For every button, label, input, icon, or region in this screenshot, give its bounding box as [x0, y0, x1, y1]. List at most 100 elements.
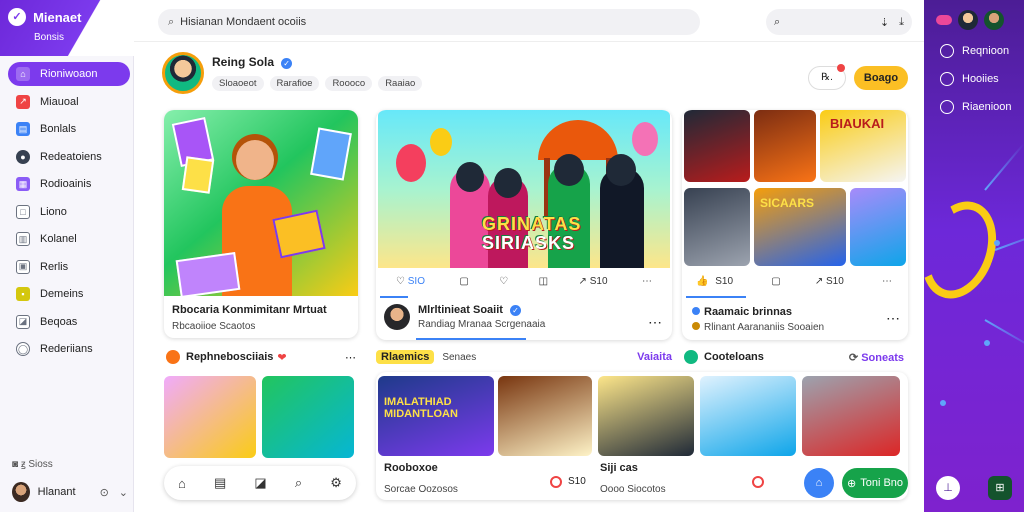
section-link[interactable]: Vaiaita: [637, 351, 672, 363]
sidebar-item-3[interactable]: ● Redeatoiens: [8, 145, 130, 169]
avatar[interactable]: [958, 10, 978, 30]
card-title: Raamaic brinnas: [704, 306, 793, 318]
more-icon[interactable]: ⋯: [642, 276, 652, 287]
primary-action-button[interactable]: ⊕ Toni Bno: [842, 468, 908, 498]
image-icon[interactable]: ◪: [254, 475, 266, 491]
heart-icon[interactable]: ♡: [499, 276, 508, 287]
search-icon[interactable]: ⌕: [774, 16, 780, 29]
share-icon[interactable]: ↗ S10: [815, 276, 848, 287]
user-action-icon[interactable]: ⊙: [100, 486, 109, 499]
profile-name: Reing Sola: [212, 55, 275, 69]
home-icon[interactable]: ⌂: [178, 476, 186, 491]
sidebar-item-0[interactable]: ⌂ Rioniwoaon: [8, 62, 130, 86]
sidebar-item-label: Redeatoiens: [40, 150, 102, 163]
like-button[interactable]: ♡ SIO: [396, 276, 429, 287]
section-header-2: Rlaemics Senaes Vaiaita: [376, 350, 672, 364]
mini-image-2[interactable]: [262, 376, 354, 458]
folder-icon: ▪: [16, 287, 30, 301]
sidebar-item-10[interactable]: ◯ Rederiians: [8, 337, 130, 361]
feature-card-2[interactable]: GRINATAS SIRIASKS ♡ SIO ▢ ♡ ◫ ↗ S10 ⋯ Ml…: [376, 110, 672, 340]
sidebar-footer[interactable]: ◙ ꙃ Sioss: [12, 456, 53, 470]
author-avatar[interactable]: [384, 304, 410, 330]
section-link-text: Soneats: [861, 351, 904, 364]
sidebar-item-1[interactable]: ↗ Miauoal: [8, 90, 130, 114]
search-bar[interactable]: ⌕: [158, 9, 700, 35]
sidebar-item-5[interactable]: □ Liono: [8, 200, 130, 224]
profile-avatar[interactable]: [162, 52, 204, 94]
follow-button[interactable]: Boago: [854, 66, 908, 90]
rail-item-label: Hooiies: [962, 73, 999, 85]
progress-bar: [380, 296, 408, 298]
avatar[interactable]: [984, 10, 1004, 30]
grid-image-3: BIAUKAI: [820, 110, 906, 182]
strip-image-5[interactable]: [802, 376, 900, 456]
more-icon[interactable]: ⋯: [648, 314, 662, 331]
rail-item-1[interactable]: Hooiies: [940, 72, 999, 86]
chip[interactable]: Rarafioe: [269, 76, 320, 91]
rail-action-button[interactable]: ⊥: [936, 476, 960, 500]
search-input[interactable]: [180, 16, 661, 28]
secondary-search[interactable]: ⌕ ⇣ ⤓: [766, 9, 912, 35]
rail-item-2[interactable]: Riaenioon: [940, 100, 1012, 114]
like-count: S10: [715, 276, 734, 287]
chevron-down-icon[interactable]: ⌄: [119, 486, 128, 499]
notification-icon[interactable]: [936, 15, 952, 25]
strip-subtitle: Oooo Siocotos: [600, 484, 666, 495]
book-icon: ▤: [16, 122, 30, 136]
comment-icon[interactable]: ▢: [459, 276, 468, 287]
profile-chips: Sloaoeot Rarafioe Roooco Raaiao: [212, 76, 423, 91]
camera-button[interactable]: ⌂: [804, 468, 834, 498]
progress-bar: [686, 296, 746, 298]
sidebar-item-2[interactable]: ▤ Bonlals: [8, 117, 130, 141]
strip-image-1[interactable]: IMALATHIAD MIDANTLOAN: [378, 376, 494, 456]
sidebar-item-9[interactable]: ◪ Beqoas: [8, 310, 130, 334]
copy-icon[interactable]: ◫: [539, 276, 548, 287]
sidebar-item-7[interactable]: ▣ Rerlis: [8, 255, 130, 279]
list-icon[interactable]: ▤: [214, 475, 226, 491]
sidebar-item-8[interactable]: ▪ Demeins: [8, 282, 130, 306]
strip-title: Rooboxoe: [384, 462, 438, 474]
section-tag[interactable]: Rlaemics: [376, 350, 435, 364]
poster-line: GRINATAS: [482, 214, 582, 234]
brand[interactable]: ✓ Mienaet Bonsis: [8, 8, 81, 43]
strip-image-2[interactable]: [498, 376, 592, 456]
grid-image-5: SICAARS: [754, 188, 846, 266]
strip-image-3[interactable]: [598, 376, 694, 456]
chip[interactable]: Sloaoeot: [212, 76, 264, 91]
sidebar-item-4[interactable]: ▦ Rodioainis: [8, 172, 130, 196]
mini-image-1[interactable]: [164, 376, 256, 458]
chip[interactable]: Roooco: [325, 76, 373, 91]
share-icon[interactable]: ↗ S10: [579, 276, 612, 287]
message-button[interactable]: ℞.: [808, 64, 846, 90]
sidebar-user[interactable]: Hlanant ⊙ ⌄: [12, 482, 128, 502]
burst-line: [994, 228, 1024, 251]
heart-icon: ❤: [277, 351, 287, 364]
feature-card-3[interactable]: BIAUKAI SICAARS 👍 S10 ▢ ↗ S10 ⋯ Raamaic …: [682, 110, 908, 340]
more-icon[interactable]: ⋯: [882, 276, 892, 287]
chip[interactable]: Raaiao: [378, 76, 423, 91]
rail-item-0[interactable]: Reqnioon: [940, 44, 1009, 58]
image-icon: ◪: [16, 314, 30, 329]
message-label: ℞.: [821, 72, 833, 83]
section-avatar: [684, 350, 698, 364]
more-icon[interactable]: ⋯: [345, 351, 356, 364]
sidebar-item-label: Rederiians: [40, 343, 93, 355]
status-indicator: [752, 476, 764, 488]
strip-title: Siji cas: [600, 462, 638, 474]
like-button[interactable]: 👍 S10: [696, 276, 737, 287]
sidebar-item-6[interactable]: ▥ Kolanel: [8, 227, 130, 251]
comment-icon[interactable]: ▢: [771, 276, 780, 287]
more-icon[interactable]: ⋯: [886, 310, 900, 327]
search-icon[interactable]: ⌕: [295, 475, 302, 491]
profile-header: Reing Sola ✓ Sloaoeot Rarafioe Roooco Ra…: [162, 52, 423, 94]
record-count: S10: [568, 476, 586, 487]
feature-card-1[interactable]: Rbocaria Konmimitanr Mrtuat Rbcaoiioe Sc…: [164, 110, 358, 338]
section-link[interactable]: ⟳ Soneats: [849, 351, 904, 364]
settings-icon[interactable]: ⚙: [330, 475, 342, 491]
rail-share-button[interactable]: ⊞: [988, 476, 1012, 500]
strip-image-4[interactable]: [700, 376, 796, 456]
download-icon[interactable]: ⇣: [880, 16, 889, 29]
export-icon[interactable]: ⤓: [899, 16, 904, 29]
main-content: Reing Sola ✓ Sloaoeot Rarafioe Roooco Ra…: [134, 42, 924, 512]
sidebar-item-label: Demeins: [40, 288, 84, 300]
